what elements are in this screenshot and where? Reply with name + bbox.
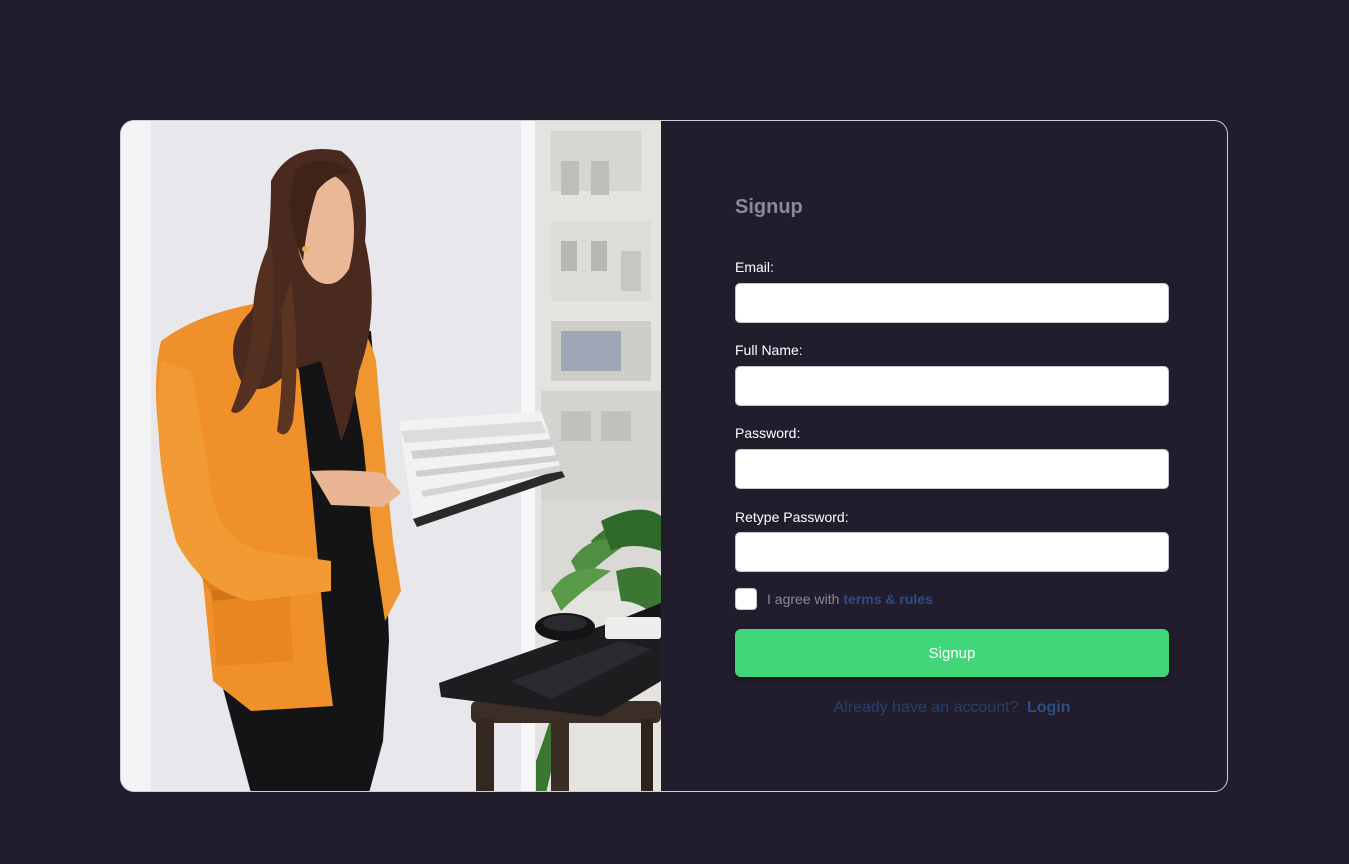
login-link[interactable]: Login (1027, 699, 1071, 716)
agree-text: I agree with (767, 591, 840, 607)
login-row: Already have an account? Login (735, 699, 1169, 717)
signup-button[interactable]: Signup (735, 629, 1169, 677)
email-field[interactable] (735, 283, 1169, 323)
signup-card: Signup Email: Full Name: Password: Retyp… (120, 120, 1228, 792)
agree-checkbox[interactable] (735, 588, 757, 610)
full-name-label: Full Name: (735, 342, 803, 358)
agree-row: I agree with terms & rules (735, 587, 933, 611)
terms-link[interactable]: terms & rules (843, 591, 932, 607)
full-name-field[interactable] (735, 366, 1169, 406)
email-label: Email: (735, 259, 774, 275)
hero-photo (121, 121, 661, 791)
retype-password-label: Retype Password: (735, 509, 849, 525)
signup-form: Signup Email: Full Name: Password: Retyp… (735, 121, 1169, 791)
login-prompt: Already have an account? (833, 699, 1019, 716)
password-field[interactable] (735, 449, 1169, 489)
form-title: Signup (735, 196, 803, 218)
password-label: Password: (735, 425, 801, 441)
retype-password-field[interactable] (735, 532, 1169, 572)
